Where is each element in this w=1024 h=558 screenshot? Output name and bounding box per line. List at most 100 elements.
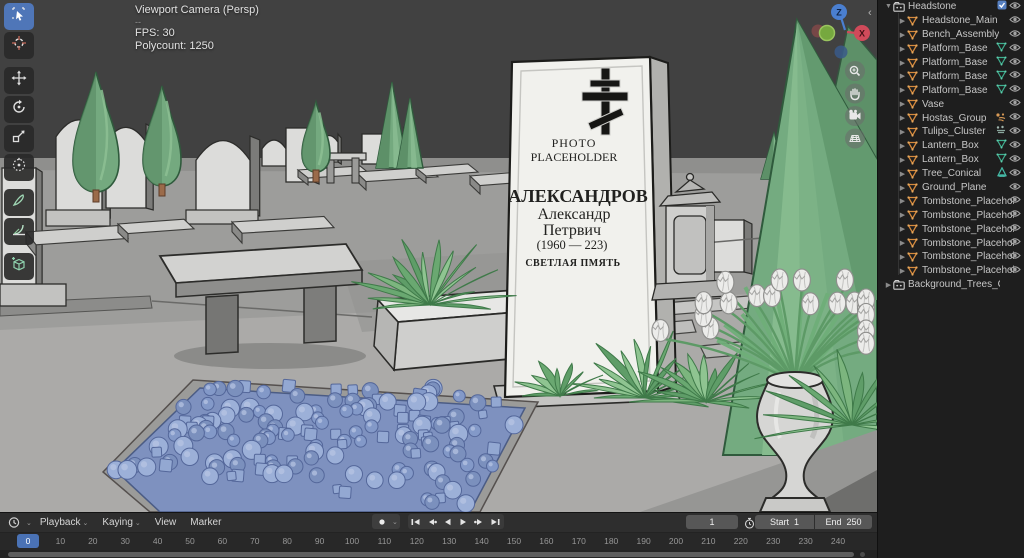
visibility-eye-icon[interactable] bbox=[1009, 237, 1021, 249]
outliner-row-tree_conical[interactable]: ▶Tree_Conical bbox=[878, 167, 1024, 181]
play-button[interactable] bbox=[456, 514, 472, 529]
outliner-row-hostas_group[interactable]: ▶Hostas_Group bbox=[878, 111, 1024, 125]
start-frame-field[interactable]: Start 1 bbox=[755, 515, 814, 529]
visibility-eye-icon[interactable] bbox=[1009, 168, 1021, 180]
menu-playback[interactable]: Playback⌄ bbox=[40, 517, 88, 528]
frame-number-field[interactable]: 1 bbox=[686, 515, 738, 529]
outliner-row-tombstone_placehok[interactable]: ▶Tombstone_Placehok bbox=[878, 236, 1024, 250]
collapse-arrow-icon[interactable]: ▶ bbox=[898, 225, 907, 233]
zoom-button[interactable] bbox=[845, 61, 865, 81]
visibility-eye-icon[interactable] bbox=[1009, 251, 1021, 263]
outliner-row-vase[interactable]: ▶Vase bbox=[878, 97, 1024, 111]
visibility-eye-icon[interactable] bbox=[1009, 84, 1021, 96]
collapse-arrow-icon[interactable]: ▶ bbox=[898, 114, 907, 122]
grid-ortho-button[interactable] bbox=[845, 129, 865, 149]
record-options-caret[interactable]: ⌄ bbox=[392, 518, 398, 526]
visibility-eye-icon[interactable] bbox=[1009, 57, 1021, 69]
editor-type-button[interactable] bbox=[6, 515, 22, 530]
outliner-row-platform_base[interactable]: ▶Platform_Base bbox=[878, 83, 1024, 97]
outliner-row-headstone_main[interactable]: ▶Headstone_Main bbox=[878, 14, 1024, 28]
collapse-arrow-icon[interactable]: ▶ bbox=[898, 100, 907, 108]
visibility-eye-icon[interactable] bbox=[1009, 15, 1021, 27]
collapse-arrow-icon[interactable]: ▶ bbox=[898, 239, 907, 247]
move-tool[interactable] bbox=[4, 67, 34, 94]
editor-type-caret[interactable]: ⌄ bbox=[26, 519, 32, 527]
current-frame-indicator[interactable]: 0 bbox=[17, 534, 39, 548]
collapse-arrow-icon[interactable]: ▶ bbox=[898, 17, 907, 25]
menu-marker[interactable]: Marker bbox=[190, 517, 221, 528]
axis-neg-z-handle[interactable] bbox=[835, 46, 848, 59]
measure-tool[interactable] bbox=[4, 218, 34, 245]
expand-arrow-icon[interactable]: ▼ bbox=[884, 3, 893, 10]
next-keyframe-button[interactable] bbox=[472, 514, 488, 529]
collapse-arrow-icon[interactable]: ▶ bbox=[898, 170, 907, 178]
transform-tool[interactable] bbox=[4, 154, 34, 181]
timeline-ruler[interactable]: 0102030405060708090100110120130140150160… bbox=[0, 533, 877, 550]
jump-to-start-button[interactable] bbox=[408, 514, 424, 529]
collapse-arrow-icon[interactable]: ▶ bbox=[898, 72, 907, 80]
collapse-arrow-icon[interactable]: ▶ bbox=[898, 142, 907, 150]
select-box-tool[interactable] bbox=[4, 3, 34, 30]
visibility-eye-icon[interactable] bbox=[1009, 43, 1021, 55]
prev-keyframe-button[interactable] bbox=[424, 514, 440, 529]
outliner-row-headstone[interactable]: ▼Headstone bbox=[878, 0, 1024, 14]
outliner-row-tombstone_placehok[interactable]: ▶Tombstone_Placehok bbox=[878, 222, 1024, 236]
timeline-scrollbar[interactable] bbox=[8, 552, 854, 557]
outliner-row-tombstone_placehok[interactable]: ▶Tombstone_Placehok bbox=[878, 250, 1024, 264]
cursor-3d-tool[interactable] bbox=[4, 32, 34, 59]
viewport-3d[interactable]: PHOTO PLACEHOLDER АЛЕКСАНДРОВ Александр … bbox=[0, 0, 877, 512]
outliner-row-platform_base[interactable]: ▶Platform_Base bbox=[878, 42, 1024, 56]
collapse-arrow-icon[interactable]: ▶ bbox=[898, 253, 907, 261]
outliner-row-platform_base[interactable]: ▶Platform_Base bbox=[878, 56, 1024, 70]
collapse-arrow-icon[interactable]: ▶ bbox=[898, 211, 907, 219]
visibility-eye-icon[interactable] bbox=[1009, 29, 1021, 41]
menu-keying[interactable]: Kaying⌄ bbox=[102, 517, 140, 528]
annotate-tool[interactable] bbox=[4, 189, 34, 216]
visibility-eye-icon[interactable] bbox=[1009, 1, 1021, 13]
outliner-row-tombstone_placehok[interactable]: ▶Tombstone_Placehok bbox=[878, 208, 1024, 222]
visibility-eye-icon[interactable] bbox=[1009, 265, 1021, 277]
outliner-row-background_trees_cone[interactable]: ▶Background_Trees_Cone bbox=[878, 278, 1024, 292]
visibility-eye-icon[interactable] bbox=[1009, 112, 1021, 124]
end-frame-field[interactable]: End 250 bbox=[815, 515, 872, 529]
visibility-eye-icon[interactable] bbox=[1009, 195, 1021, 207]
visibility-eye-icon[interactable] bbox=[1009, 70, 1021, 82]
collapse-arrow-icon[interactable]: ▶ bbox=[898, 267, 907, 275]
collapse-arrow-icon[interactable]: ▶ bbox=[898, 197, 907, 205]
visibility-eye-icon[interactable] bbox=[1009, 154, 1021, 166]
visibility-eye-icon[interactable] bbox=[1009, 209, 1021, 221]
outliner-row-ground_plane[interactable]: ▶Ground_Plane bbox=[878, 181, 1024, 195]
collection-checkbox[interactable] bbox=[997, 0, 1007, 13]
collapse-arrow-icon[interactable]: ▶ bbox=[898, 184, 907, 192]
outliner-row-tombstone_placehok[interactable]: ▶Tombstone_Placehok bbox=[878, 264, 1024, 278]
outliner-row-platform_base[interactable]: ▶Platform_Base bbox=[878, 69, 1024, 83]
visibility-eye-icon[interactable] bbox=[1009, 140, 1021, 152]
visibility-eye-icon[interactable] bbox=[1009, 182, 1021, 194]
outliner-row-lantern_box[interactable]: ▶Lantern_Box bbox=[878, 139, 1024, 153]
visibility-eye-icon[interactable] bbox=[1009, 223, 1021, 235]
add-cube-tool[interactable] bbox=[4, 253, 34, 280]
headstone-main-mesh[interactable]: PHOTO PLACEHOLDER АЛЕКСАНДРОВ Александр … bbox=[505, 57, 676, 397]
collapse-arrow-icon[interactable]: ▶ bbox=[898, 156, 907, 164]
outliner-row-tulips_cluster[interactable]: ▶Tulips_Cluster bbox=[878, 125, 1024, 139]
visibility-eye-icon[interactable] bbox=[1009, 126, 1021, 138]
menu-view[interactable]: View bbox=[155, 517, 177, 528]
collapse-arrow-icon[interactable]: ▶ bbox=[898, 86, 907, 94]
rotate-tool[interactable] bbox=[4, 96, 34, 123]
outliner-row-lantern_box[interactable]: ▶Lantern_Box bbox=[878, 153, 1024, 167]
record-button[interactable] bbox=[374, 514, 390, 529]
collapse-arrow-icon[interactable]: ▶ bbox=[898, 45, 907, 53]
outliner-row-tombstone_placehok[interactable]: ▶Tombstone_Placehok bbox=[878, 194, 1024, 208]
visibility-eye-icon[interactable] bbox=[1009, 98, 1021, 110]
sidebar-collapse-chevron[interactable]: ‹ bbox=[868, 7, 872, 19]
collapse-arrow-icon[interactable]: ▶ bbox=[898, 128, 907, 136]
collapse-arrow-icon[interactable]: ▶ bbox=[898, 31, 907, 39]
collapse-arrow-icon[interactable]: ▶ bbox=[884, 281, 893, 289]
jump-to-end-button[interactable] bbox=[488, 514, 504, 529]
outliner-row-bench_assembly[interactable]: ▶Bench_Assembly bbox=[878, 28, 1024, 42]
viewport-canvas[interactable]: PHOTO PLACEHOLDER АЛЕКСАНДРОВ Александр … bbox=[0, 0, 877, 512]
axis-y-handle[interactable] bbox=[820, 26, 835, 41]
collapse-arrow-icon[interactable]: ▶ bbox=[898, 59, 907, 67]
scale-tool[interactable] bbox=[4, 125, 34, 152]
play-reverse-button[interactable] bbox=[440, 514, 456, 529]
